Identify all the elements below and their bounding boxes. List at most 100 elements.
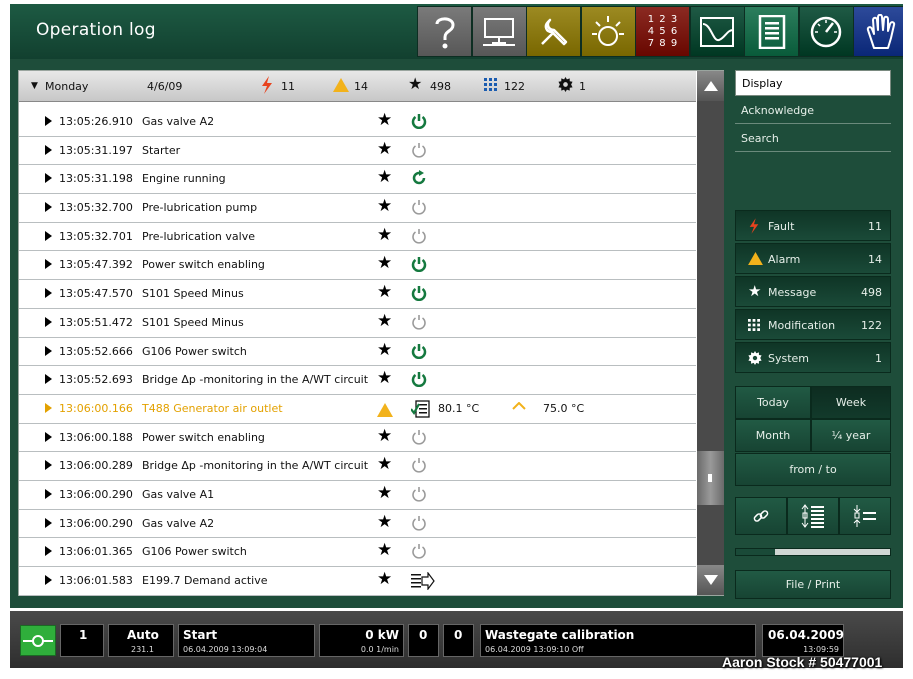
trend-button[interactable] [689,6,745,57]
message-box[interactable]: Wastegate calibration 06.04.2009 13:09:1… [480,624,756,657]
fault-label: Fault [768,220,795,233]
star-icon: ★ [377,310,393,331]
log-time: 13:05:51.472 [59,315,133,329]
log-time: 13:06:01.583 [59,574,133,587]
star-icon: ★ [377,425,393,446]
log-row[interactable]: 13:06:00.188 Power switch enabling ★ [19,424,696,453]
datetime-box: 06.04.2009 13:09:59 [762,624,844,657]
log-row[interactable]: 13:05:52.693 Bridge Δp -monitoring in the… [19,366,696,395]
expand-triangle-icon[interactable] [45,460,52,471]
log-description: G106 Power switch [142,545,247,559]
numpad-button[interactable]: 1 2 3 4 5 6 7 8 9 [635,6,690,57]
log-description: Bridge Δp -monitoring in the A/WT circui… [142,459,369,473]
log-time: 13:06:00.290 [59,487,133,501]
expand-triangle-icon[interactable] [45,173,52,184]
log-time: 13:06:00.166 [59,401,133,415]
log-row[interactable]: 13:06:00.289 Bridge Δp -monitoring in the… [19,452,696,481]
message-count: 498 [861,286,882,299]
collapse-list-icon [853,505,876,527]
gear-icon [748,351,762,368]
message-star-icon: ★ [408,74,423,93]
from-to-button[interactable]: from / to [735,453,891,486]
message-filter[interactable]: ★ Message 498 [735,276,891,307]
expand-triangle-icon[interactable] [45,116,52,126]
scroll-down-button[interactable] [697,565,724,595]
modification-grid-icon [484,78,497,94]
log-row[interactable]: 13:06:01.583 E199.7 Demand active ★ [19,567,696,596]
power-on-icon [411,285,427,304]
hand-icon [864,13,898,50]
gauge-button[interactable] [798,6,854,57]
limit-caret-icon [512,400,526,413]
scrollbar[interactable] [697,71,724,595]
expand-triangle-icon[interactable] [45,546,52,557]
fault-filter[interactable]: Fault 11 [735,210,891,241]
scroll-up-button[interactable] [697,71,724,101]
expand-triangle-icon[interactable] [45,575,52,585]
expand-triangle-icon[interactable] [45,230,52,241]
breaker-closed-icon[interactable] [20,625,56,656]
log-row[interactable]: 13:05:51.472 S101 Speed Minus ★ [19,309,696,338]
log-row[interactable]: 13:05:26.910 Gas valve A2 ★ [19,108,696,137]
acknowledge-tab[interactable]: Acknowledge [735,98,891,124]
log-row[interactable]: 13:05:47.570 S101 Speed Minus ★ [19,280,696,309]
system-filter[interactable]: System 1 [735,342,891,373]
star-icon: ★ [377,368,393,389]
collapse-triangle-icon[interactable]: ▼ [31,81,38,91]
scroll-thumb[interactable] [697,451,724,505]
log-row[interactable]: 13:06:00.290 Gas valve A2 ★ [19,510,696,539]
expand-triangle-icon[interactable] [45,488,52,499]
log-row[interactable]: 13:06:00.166 T488 Generator air outlet 80.… [19,395,696,424]
fault-count: 11 [868,220,882,233]
expand-triangle-icon[interactable] [45,144,52,155]
grid-icon [748,319,760,334]
day-header[interactable]: ▼ Monday 4/6/09 11 14 ★ 498 122 1 [19,71,696,102]
log-row[interactable]: 13:05:47.392 Power switch enabling ★ [19,251,696,281]
day-system-count: 1 [579,80,586,93]
today-button[interactable]: Today [735,386,811,419]
lamp-button[interactable] [580,6,636,57]
log-row[interactable]: 13:05:52.666 G106 Power switch ★ [19,338,696,367]
monitor-icon [482,17,516,47]
week-button[interactable]: Week [811,386,891,419]
month-button[interactable]: Month [735,419,811,452]
link-button[interactable] [735,497,787,535]
log-row[interactable]: 13:06:00.290 Gas valve A1 ★ [19,481,696,510]
expand-triangle-icon[interactable] [45,202,52,213]
help-button[interactable] [417,6,472,57]
day-message-count: 498 [430,80,451,93]
log-description: Engine running [142,172,226,186]
expand-triangle-icon[interactable] [45,345,52,356]
log-row[interactable]: 13:06:01.365 G106 Power switch ★ [19,538,696,567]
expand-triangle-icon[interactable] [45,402,52,413]
log-row[interactable]: 13:05:32.700 Pre-lubrication pump ★ [19,194,696,223]
alarm-filter[interactable]: Alarm 14 [735,243,891,274]
grip-icon [708,474,712,482]
log-time: 13:06:00.290 [59,516,133,530]
display-tab[interactable]: Display [735,70,891,96]
expand-triangle-icon[interactable] [45,374,52,385]
log-row[interactable]: 13:05:31.197 Starter ★ [19,137,696,166]
log-row[interactable]: 13:05:31.198 Engine running ★ [19,165,696,195]
operation-log-button[interactable] [744,6,799,57]
log-description: Bridge Δp -monitoring in the A/WT circui… [142,373,369,387]
maintenance-button[interactable] [526,6,581,57]
file-print-button[interactable]: File / Print [735,570,891,599]
collapse-all-button[interactable] [839,497,891,535]
hand-button[interactable] [853,6,903,57]
expand-all-button[interactable] [787,497,839,535]
star-icon: ★ [377,339,393,360]
quarter-button[interactable]: ¼ year [811,419,891,452]
log-row[interactable]: 13:05:32.701 Pre-lubrication valve ★ [19,223,696,252]
modification-filter[interactable]: Modification 122 [735,309,891,340]
expand-triangle-icon[interactable] [45,316,52,327]
log-description: Power switch enabling [142,430,265,444]
search-tab[interactable]: Search [735,126,891,152]
monitor-button[interactable] [471,6,527,57]
expand-triangle-icon[interactable] [45,517,52,528]
star-icon: ★ [377,511,393,532]
expand-triangle-icon[interactable] [45,431,52,442]
expand-triangle-icon[interactable] [45,288,52,299]
log-description: Gas valve A2 [142,516,215,530]
expand-triangle-icon[interactable] [45,259,52,270]
